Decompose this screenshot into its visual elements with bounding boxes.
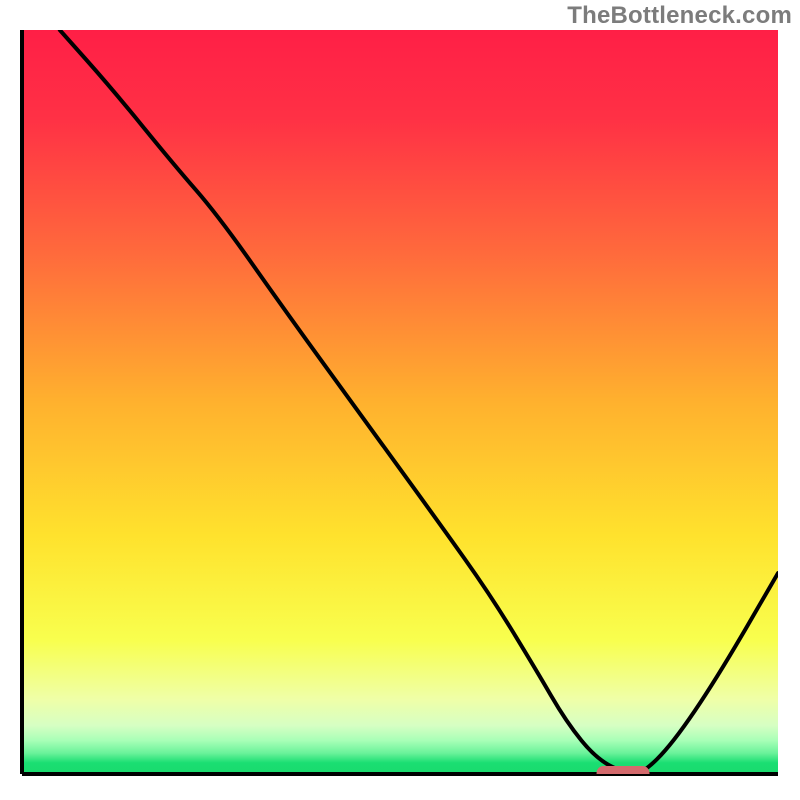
watermark-text: TheBottleneck.com xyxy=(567,2,792,30)
optimum-marker xyxy=(597,766,650,780)
plot-background xyxy=(22,30,778,774)
chart-stage: TheBottleneck.com xyxy=(0,0,800,800)
bottleneck-plot xyxy=(0,0,800,800)
